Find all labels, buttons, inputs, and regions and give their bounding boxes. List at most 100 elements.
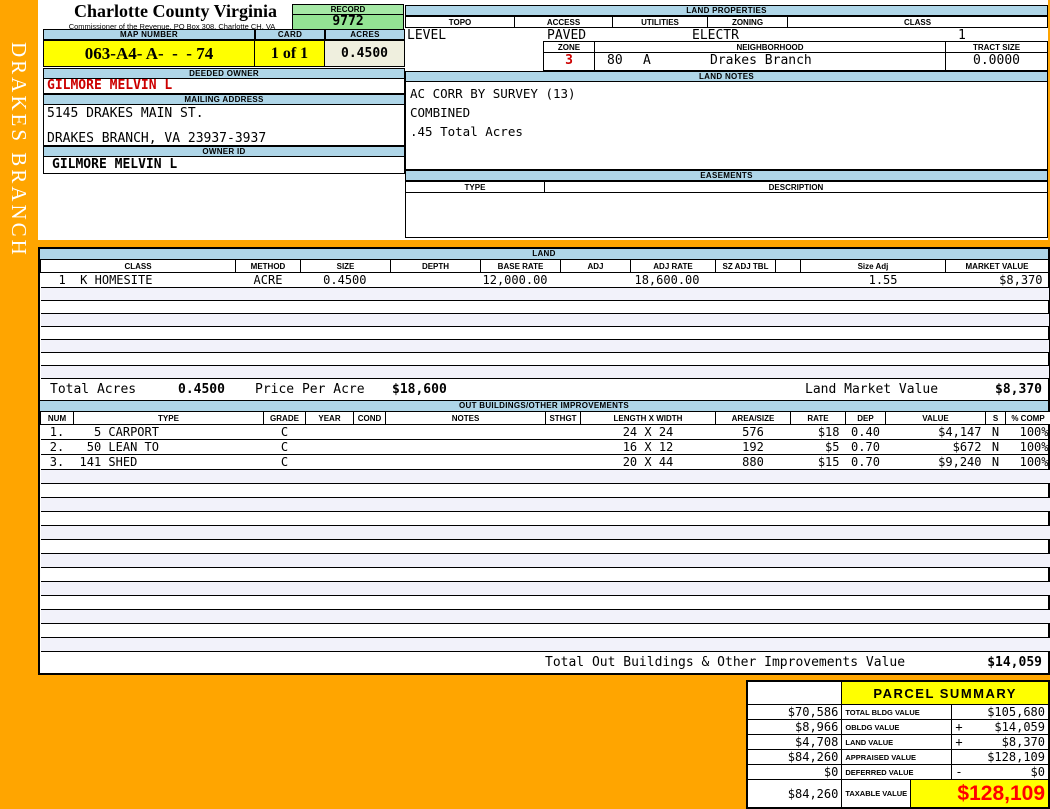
summary-left-value: $70,586 xyxy=(747,705,842,720)
column-header: NOTES xyxy=(386,412,546,425)
land-properties-card: LAND PROPERTIES TOPO ACCESS UTILITIES ZO… xyxy=(405,0,1048,240)
cell: $15 xyxy=(791,455,846,470)
cell xyxy=(354,440,386,455)
out-buildings-total-row: Total Out Buildings & Other Improvements… xyxy=(40,652,1048,673)
cell: $9,240 xyxy=(886,455,986,470)
summary-label: TOTAL BLDG VALUE xyxy=(842,705,952,720)
neighborhood-code: 80 xyxy=(607,53,623,68)
column-header: MARKET VALUE xyxy=(946,260,1049,273)
summary-amount: $128,109 xyxy=(987,750,1045,764)
land-note-line: .45 Total Acres xyxy=(410,122,1043,141)
empty-cell xyxy=(41,624,1050,638)
cell: $8,370 xyxy=(946,273,1049,288)
summary-row: $0DEFERRED VALUE-$0 xyxy=(747,765,1049,780)
column-header: YEAR xyxy=(306,412,354,425)
summary-row: $84,260APPRAISED VALUE$128,109 xyxy=(747,750,1049,765)
neighborhood-name: Drakes Branch xyxy=(710,53,812,68)
district-vertical-label: DRAKES BRANCH xyxy=(0,0,37,300)
summary-blank-cell xyxy=(747,681,842,705)
ob-total-value: $14,059 xyxy=(987,655,1042,670)
column-header: NUM xyxy=(41,412,74,425)
cell: 0.40 xyxy=(846,425,886,440)
cell: 2. xyxy=(41,440,74,455)
cell: C xyxy=(264,440,306,455)
summary-value-inner: +$14,059 xyxy=(955,720,1045,734)
cell: $672 xyxy=(886,440,986,455)
parcel-summary: PARCEL SUMMARY$70,586TOTAL BLDG VALUE$10… xyxy=(746,680,1050,809)
cell: 12,000.00 xyxy=(481,273,561,288)
summary-value: +$14,059 xyxy=(952,720,1049,735)
summary-value: -$0 xyxy=(952,765,1049,780)
cell: 576 xyxy=(716,425,791,440)
empty-row xyxy=(41,554,1050,568)
summary-taxable-row: $84,260TAXABLE VALUE$128,109 xyxy=(747,780,1049,809)
address-line-2: DRAKES BRANCH, VA 23937-3937 xyxy=(47,131,266,146)
cell xyxy=(546,425,581,440)
price-per-acre-value: $18,600 xyxy=(392,382,447,397)
cell xyxy=(561,273,631,288)
cell: 20 X 44 xyxy=(581,455,716,470)
county-title: Charlotte County Virginia xyxy=(48,1,303,22)
summary-value-inner: +$8,370 xyxy=(955,735,1045,749)
property-record-screen: { "county": { "title": "Charlotte County… xyxy=(0,0,1050,800)
column-header: ADJ xyxy=(561,260,631,273)
summary-row: $70,586TOTAL BLDG VALUE$105,680 xyxy=(747,705,1049,720)
owner-id-header: OWNER ID xyxy=(43,146,405,157)
empty-row xyxy=(41,498,1050,512)
summary-amount: $0 xyxy=(1031,765,1045,779)
easements-body xyxy=(405,193,1048,238)
cell xyxy=(386,425,546,440)
column-header: VALUE xyxy=(886,412,986,425)
tract-size-value: 0.0000 xyxy=(945,53,1048,71)
column-header: TYPE xyxy=(74,412,264,425)
total-acres-label: Total Acres xyxy=(50,382,136,397)
column-header: SIZE xyxy=(301,260,391,273)
cell: 141 SHED xyxy=(74,455,264,470)
empty-cell xyxy=(41,484,1050,498)
empty-row xyxy=(41,327,1049,340)
cell: 16 X 12 xyxy=(581,440,716,455)
cell: 5 CARPORT xyxy=(74,425,264,440)
parcel-summary-table: PARCEL SUMMARY$70,586TOTAL BLDG VALUE$10… xyxy=(746,680,1050,809)
cell: 24 X 24 xyxy=(581,425,716,440)
table-row: 2. 50 LEAN TOC16 X 12192$50.70$672N100% xyxy=(41,440,1050,455)
card-value: 1 of 1 xyxy=(255,40,325,67)
empty-cell xyxy=(41,596,1050,610)
empty-cell xyxy=(41,353,1049,366)
empty-cell xyxy=(41,554,1050,568)
neighborhood-header: NEIGHBORHOOD xyxy=(594,41,946,53)
cell xyxy=(716,273,776,288)
summary-row: $8,966OBLDG VALUE+$14,059 xyxy=(747,720,1049,735)
cell xyxy=(391,273,481,288)
empty-cell xyxy=(41,288,1049,301)
table-row: 1. 5 CARPORTC24 X 24576$180.40$4,147N100… xyxy=(41,425,1050,440)
land-notes-box: AC CORR BY SURVEY (13)COMBINED.45 Total … xyxy=(405,82,1048,170)
empty-cell xyxy=(41,610,1050,624)
column-header: LENGTH X WIDTH xyxy=(581,412,716,425)
empty-cell xyxy=(41,526,1050,540)
empty-cell xyxy=(41,540,1050,554)
address-line-1: 5145 DRAKES MAIN ST. xyxy=(47,106,204,121)
land-notes-header: LAND NOTES xyxy=(405,71,1048,82)
land-totals-row: Total Acres 0.4500 Price Per Acre $18,60… xyxy=(40,379,1048,400)
column-header: METHOD xyxy=(236,260,301,273)
cell: $18 xyxy=(791,425,846,440)
empty-cell xyxy=(41,582,1050,596)
cell: N xyxy=(986,440,1006,455)
empty-row xyxy=(41,526,1050,540)
empty-row xyxy=(41,288,1049,301)
column-header xyxy=(776,260,801,273)
land-note-line: COMBINED xyxy=(410,103,1043,122)
cell xyxy=(306,440,354,455)
cell: 50 LEAN TO xyxy=(74,440,264,455)
cell: 0.70 xyxy=(846,440,886,455)
land-section: LAND CLASSMETHODSIZEDEPTHBASE RATEADJADJ… xyxy=(38,247,1050,675)
cell: 1.55 xyxy=(801,273,946,288)
empty-row xyxy=(41,353,1049,366)
cell xyxy=(776,273,801,288)
cell: 1. xyxy=(41,425,74,440)
map-number-header: MAP NUMBER xyxy=(43,29,255,40)
summary-label: LAND VALUE xyxy=(842,735,952,750)
column-header: STHGT xyxy=(546,412,581,425)
cell: 3. xyxy=(41,455,74,470)
